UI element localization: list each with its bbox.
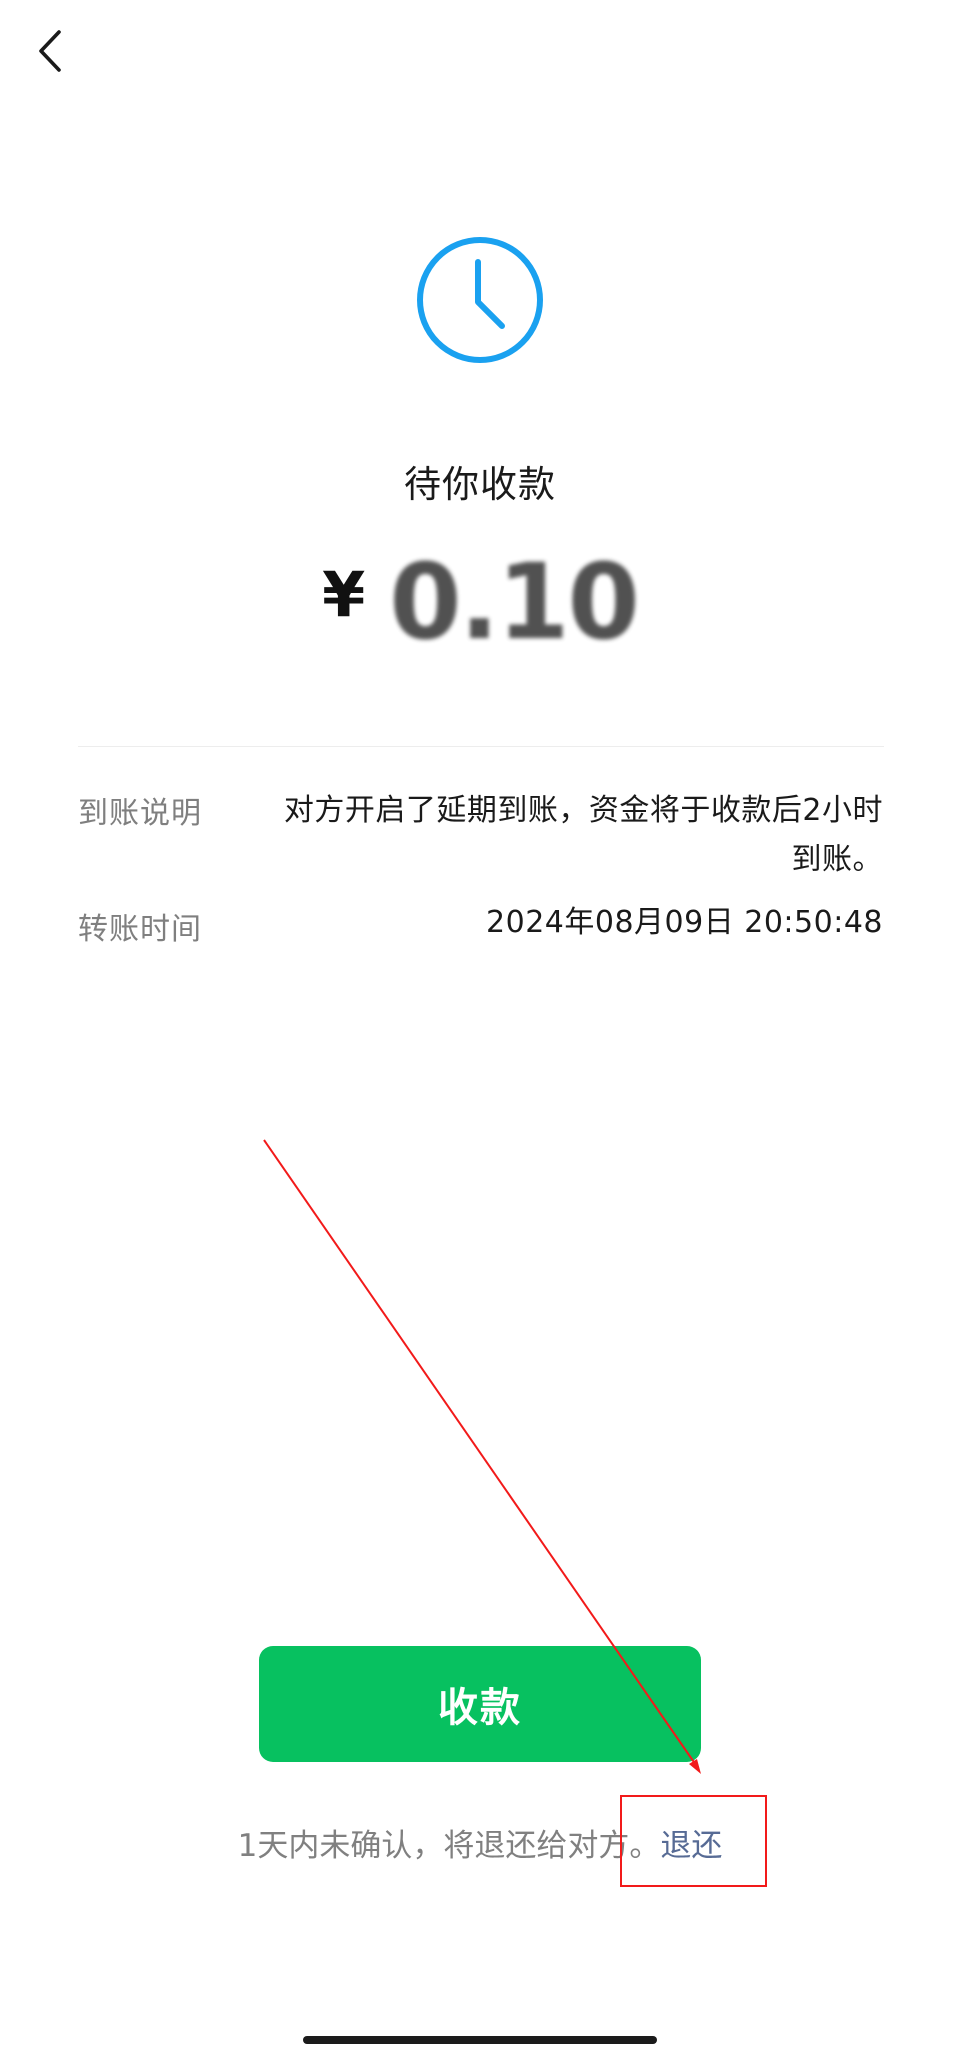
amount-value: 0.10 <box>389 541 640 663</box>
back-button[interactable] <box>22 20 78 82</box>
return-notice-text: 1天内未确认，将退还给对方。 <box>237 1828 661 1864</box>
return-notice: 1天内未确认，将退还给对方。退还 <box>0 1820 960 1865</box>
amount-display: ¥ 0.10 <box>0 550 960 654</box>
transfer-time-value: 2024年08月09日 20:50:48 <box>486 905 883 940</box>
arrival-note-value: 对方开启了延期到账，资金将于收款后2小时到账。 <box>283 793 883 877</box>
home-indicator <box>303 2036 657 2044</box>
currency-symbol: ¥ <box>322 558 366 631</box>
receive-button[interactable]: 收款 <box>259 1646 701 1762</box>
divider <box>78 746 884 747</box>
chevron-left-icon <box>39 30 61 72</box>
clock-icon <box>417 237 543 363</box>
arrival-note-label: 到账说明 <box>78 796 202 831</box>
status-title: 待你收款 <box>404 463 556 506</box>
transfer-time-label: 转账时间 <box>78 912 202 947</box>
annotation-highlight-box <box>620 1795 767 1887</box>
